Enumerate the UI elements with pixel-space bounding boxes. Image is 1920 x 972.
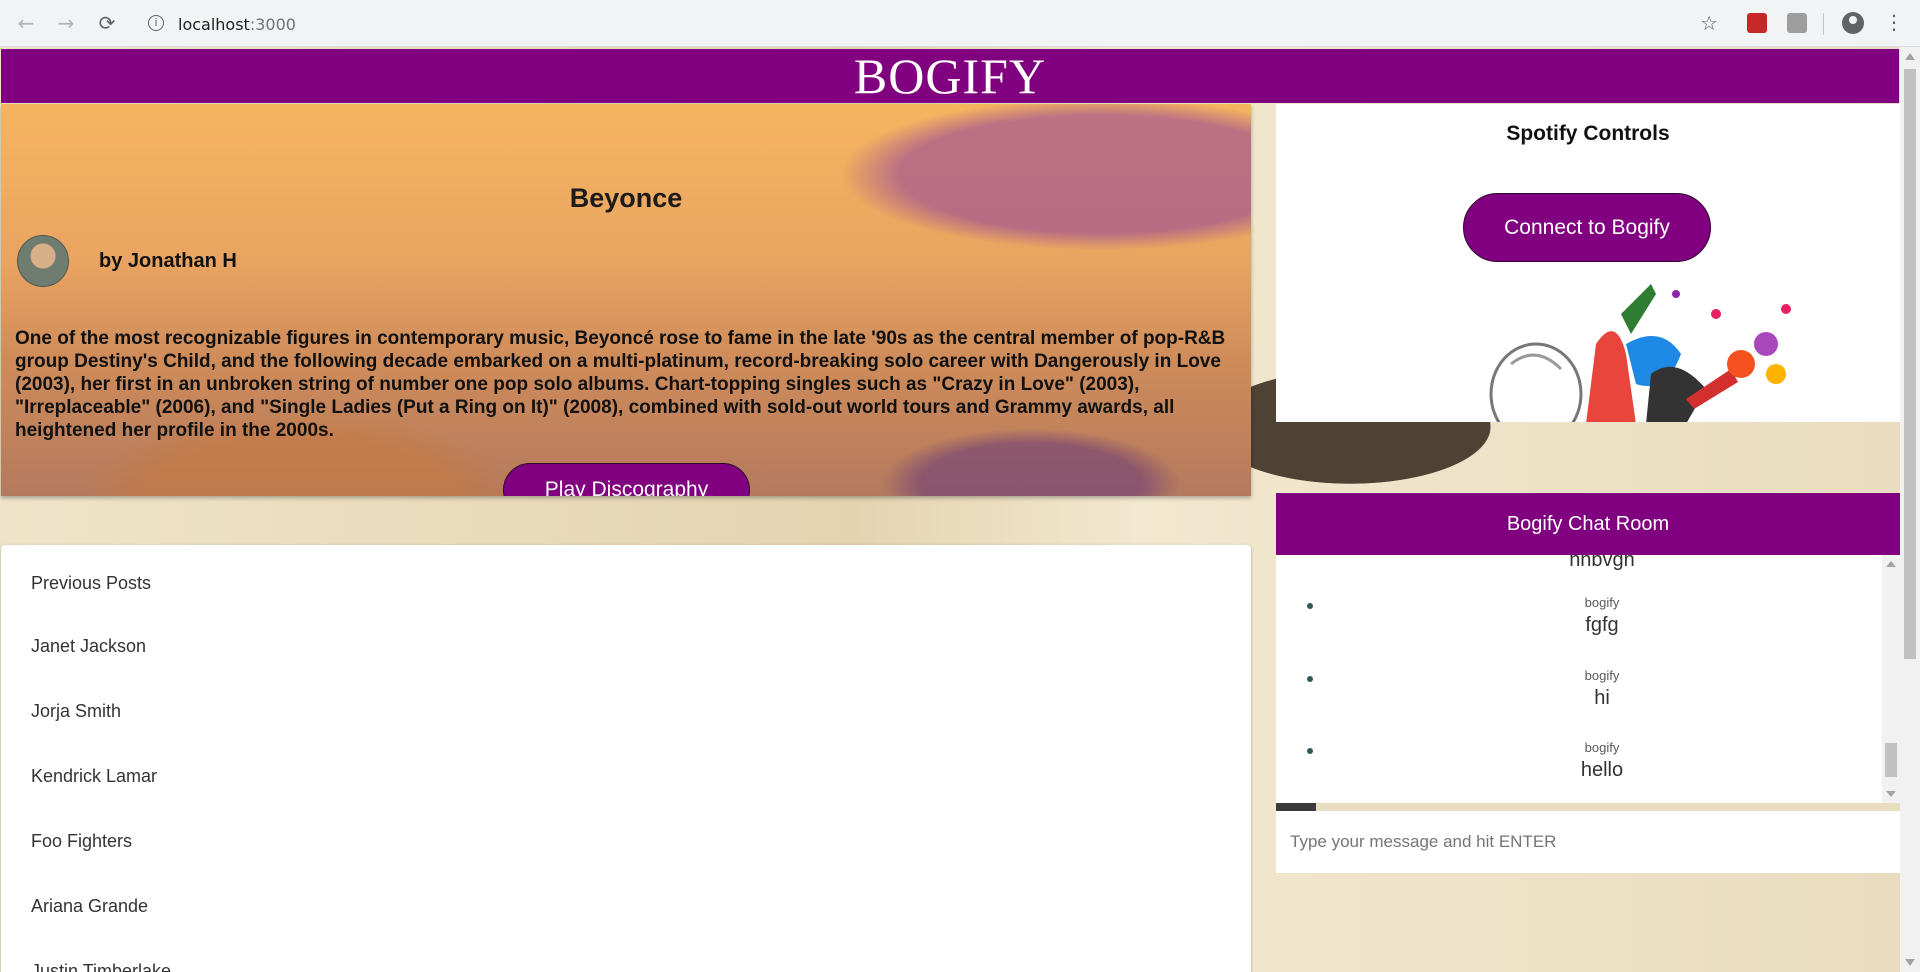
chat-message-text: hhbvgh xyxy=(1569,555,1635,571)
back-icon[interactable]: ← xyxy=(14,11,38,35)
url-host: localhost xyxy=(178,15,250,34)
music-instruments-illustration xyxy=(1489,284,1791,422)
chat-message-user: bogify xyxy=(1584,668,1620,683)
chat-message-list[interactable]: hhbvgh bogify fgfg bogify hi bogify hell… xyxy=(1276,555,1900,803)
chat-message-text: hello xyxy=(1580,759,1624,781)
previous-posts-panel: Previous Posts Janet Jackson Jorja Smith… xyxy=(1,545,1251,972)
site-info-icon[interactable]: i xyxy=(148,15,164,31)
post-link[interactable]: Foo Fighters xyxy=(31,831,132,852)
chat-scrollbar[interactable] xyxy=(1882,555,1900,803)
chat-scroll-thumb[interactable] xyxy=(1885,743,1897,777)
site-header: BOGIFY xyxy=(1,48,1899,104)
scroll-up-icon[interactable] xyxy=(1886,561,1896,567)
bookmark-star-icon[interactable]: ☆ xyxy=(1700,11,1718,35)
connect-button[interactable]: Connect to Bogify xyxy=(1463,193,1711,262)
post-link[interactable]: Janet Jackson xyxy=(31,636,146,657)
toolbar-divider xyxy=(1823,13,1824,35)
chat-message-user: bogify xyxy=(1584,740,1620,755)
artist-bio: One of the most recognizable figures in … xyxy=(15,328,1226,441)
url-text[interactable]: localhost:3000 xyxy=(178,15,296,34)
scroll-down-icon[interactable] xyxy=(1905,959,1915,966)
chat-message-text: hi xyxy=(1594,687,1610,709)
forward-icon[interactable]: → xyxy=(54,11,78,35)
author-avatar xyxy=(17,235,69,287)
chat-divider xyxy=(1276,803,1900,811)
artist-name: Beyonce xyxy=(569,183,683,213)
reload-icon[interactable]: ⟳ xyxy=(95,11,119,35)
post-link[interactable]: Jorja Smith xyxy=(31,701,121,722)
post-link[interactable]: Justin Timberlake xyxy=(31,961,171,972)
play-discography-button[interactable]: Play Discography xyxy=(503,463,750,496)
profile-avatar-icon[interactable] xyxy=(1842,12,1864,34)
browser-menu-icon[interactable]: ⋮ xyxy=(1884,10,1904,34)
chat-room-header: Bogify Chat Room xyxy=(1276,493,1900,555)
spotify-controls-panel: Spotify Controls Connect to Bogify xyxy=(1276,104,1900,422)
artist-hero-card: Beyonce by Jonathan H One of the most re… xyxy=(1,104,1251,496)
previous-posts-heading: Previous Posts xyxy=(31,573,152,593)
scroll-down-icon[interactable] xyxy=(1886,791,1896,797)
author-byline: by Jonathan H xyxy=(99,250,237,272)
spotify-controls-title: Spotify Controls xyxy=(1506,122,1670,145)
scroll-up-icon[interactable] xyxy=(1905,53,1915,60)
page-scrollbar[interactable] xyxy=(1900,47,1920,972)
page-scroll-thumb[interactable] xyxy=(1904,69,1916,659)
url-port: :3000 xyxy=(249,15,296,34)
post-link[interactable]: Kendrick Lamar xyxy=(31,766,157,787)
browser-toolbar: ← → ⟳ i localhost:3000 ☆ ⋮ xyxy=(0,0,1920,47)
post-link[interactable]: Ariana Grande xyxy=(31,896,148,917)
site-title: BOGIFY xyxy=(853,48,1047,104)
address-bar[interactable]: i localhost:3000 ☆ xyxy=(136,7,1726,40)
extension-icon[interactable] xyxy=(1787,13,1807,33)
chat-message-text: fgfg xyxy=(1585,614,1619,636)
chat-message-input[interactable] xyxy=(1276,811,1900,873)
extension-icon[interactable] xyxy=(1747,13,1767,33)
chat-message-user: bogify xyxy=(1584,595,1620,610)
